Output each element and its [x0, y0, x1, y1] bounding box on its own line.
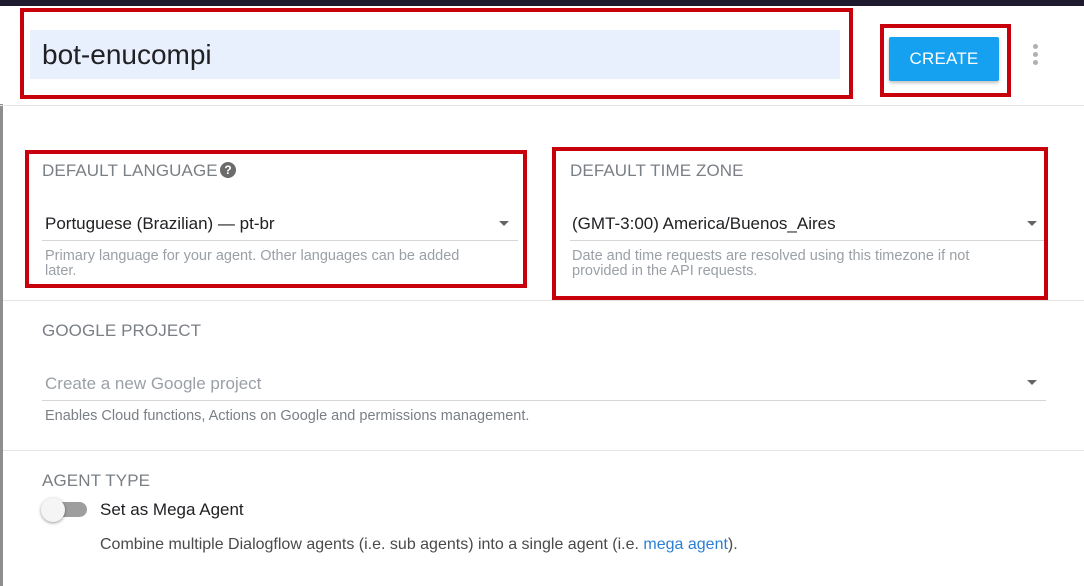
more-vert-icon[interactable]: [1028, 44, 1042, 68]
default-language-select[interactable]: Portuguese (Brazilian) — pt-br: [45, 214, 275, 234]
description-suffix: ).: [727, 536, 738, 553]
section-divider: [3, 300, 1084, 301]
default-language-label: DEFAULT LANGUAGE: [42, 161, 218, 180]
google-project-label: GOOGLE PROJECT: [42, 321, 202, 340]
default-language-hint-line2: later.: [45, 263, 77, 279]
google-project-hint: Enables Cloud functions, Actions on Goog…: [45, 408, 530, 424]
agent-type-description: Combine multiple Dialogflow agents (i.e.…: [100, 536, 738, 554]
default-time-zone-hint-line1: Date and time requests are resolved usin…: [572, 248, 970, 264]
left-border: [0, 104, 3, 586]
agent-type-label: AGENT TYPE: [42, 471, 151, 490]
google-project-underline: [42, 400, 1046, 401]
description-text: Combine multiple Dialogflow agents (i.e.…: [100, 536, 644, 553]
help-circle-icon[interactable]: ?: [220, 162, 236, 178]
caret-down-icon[interactable]: [1027, 221, 1037, 226]
caret-down-icon[interactable]: [1027, 380, 1037, 385]
section-divider: [3, 450, 1084, 451]
google-project-select[interactable]: Create a new Google project: [45, 374, 261, 394]
default-language-hint-line1: Primary language for your agent. Other l…: [45, 248, 460, 264]
default-time-zone-hint-line2: provided in the API requests.: [572, 263, 758, 279]
language-select-underline: [42, 240, 518, 241]
default-time-zone-label: DEFAULT TIME ZONE: [570, 161, 744, 180]
agent-name-input[interactable]: [30, 30, 840, 79]
time-zone-select-underline: [570, 240, 1044, 241]
caret-down-icon[interactable]: [499, 221, 509, 226]
mega-agent-toggle-label: Set as Mega Agent: [100, 500, 244, 519]
mega-agent-link[interactable]: mega agent: [643, 536, 728, 553]
mega-agent-toggle-thumb[interactable]: [41, 498, 65, 522]
default-time-zone-select[interactable]: (GMT-3:00) America/Buenos_Aires: [572, 214, 836, 234]
create-button[interactable]: CREATE: [889, 37, 999, 81]
